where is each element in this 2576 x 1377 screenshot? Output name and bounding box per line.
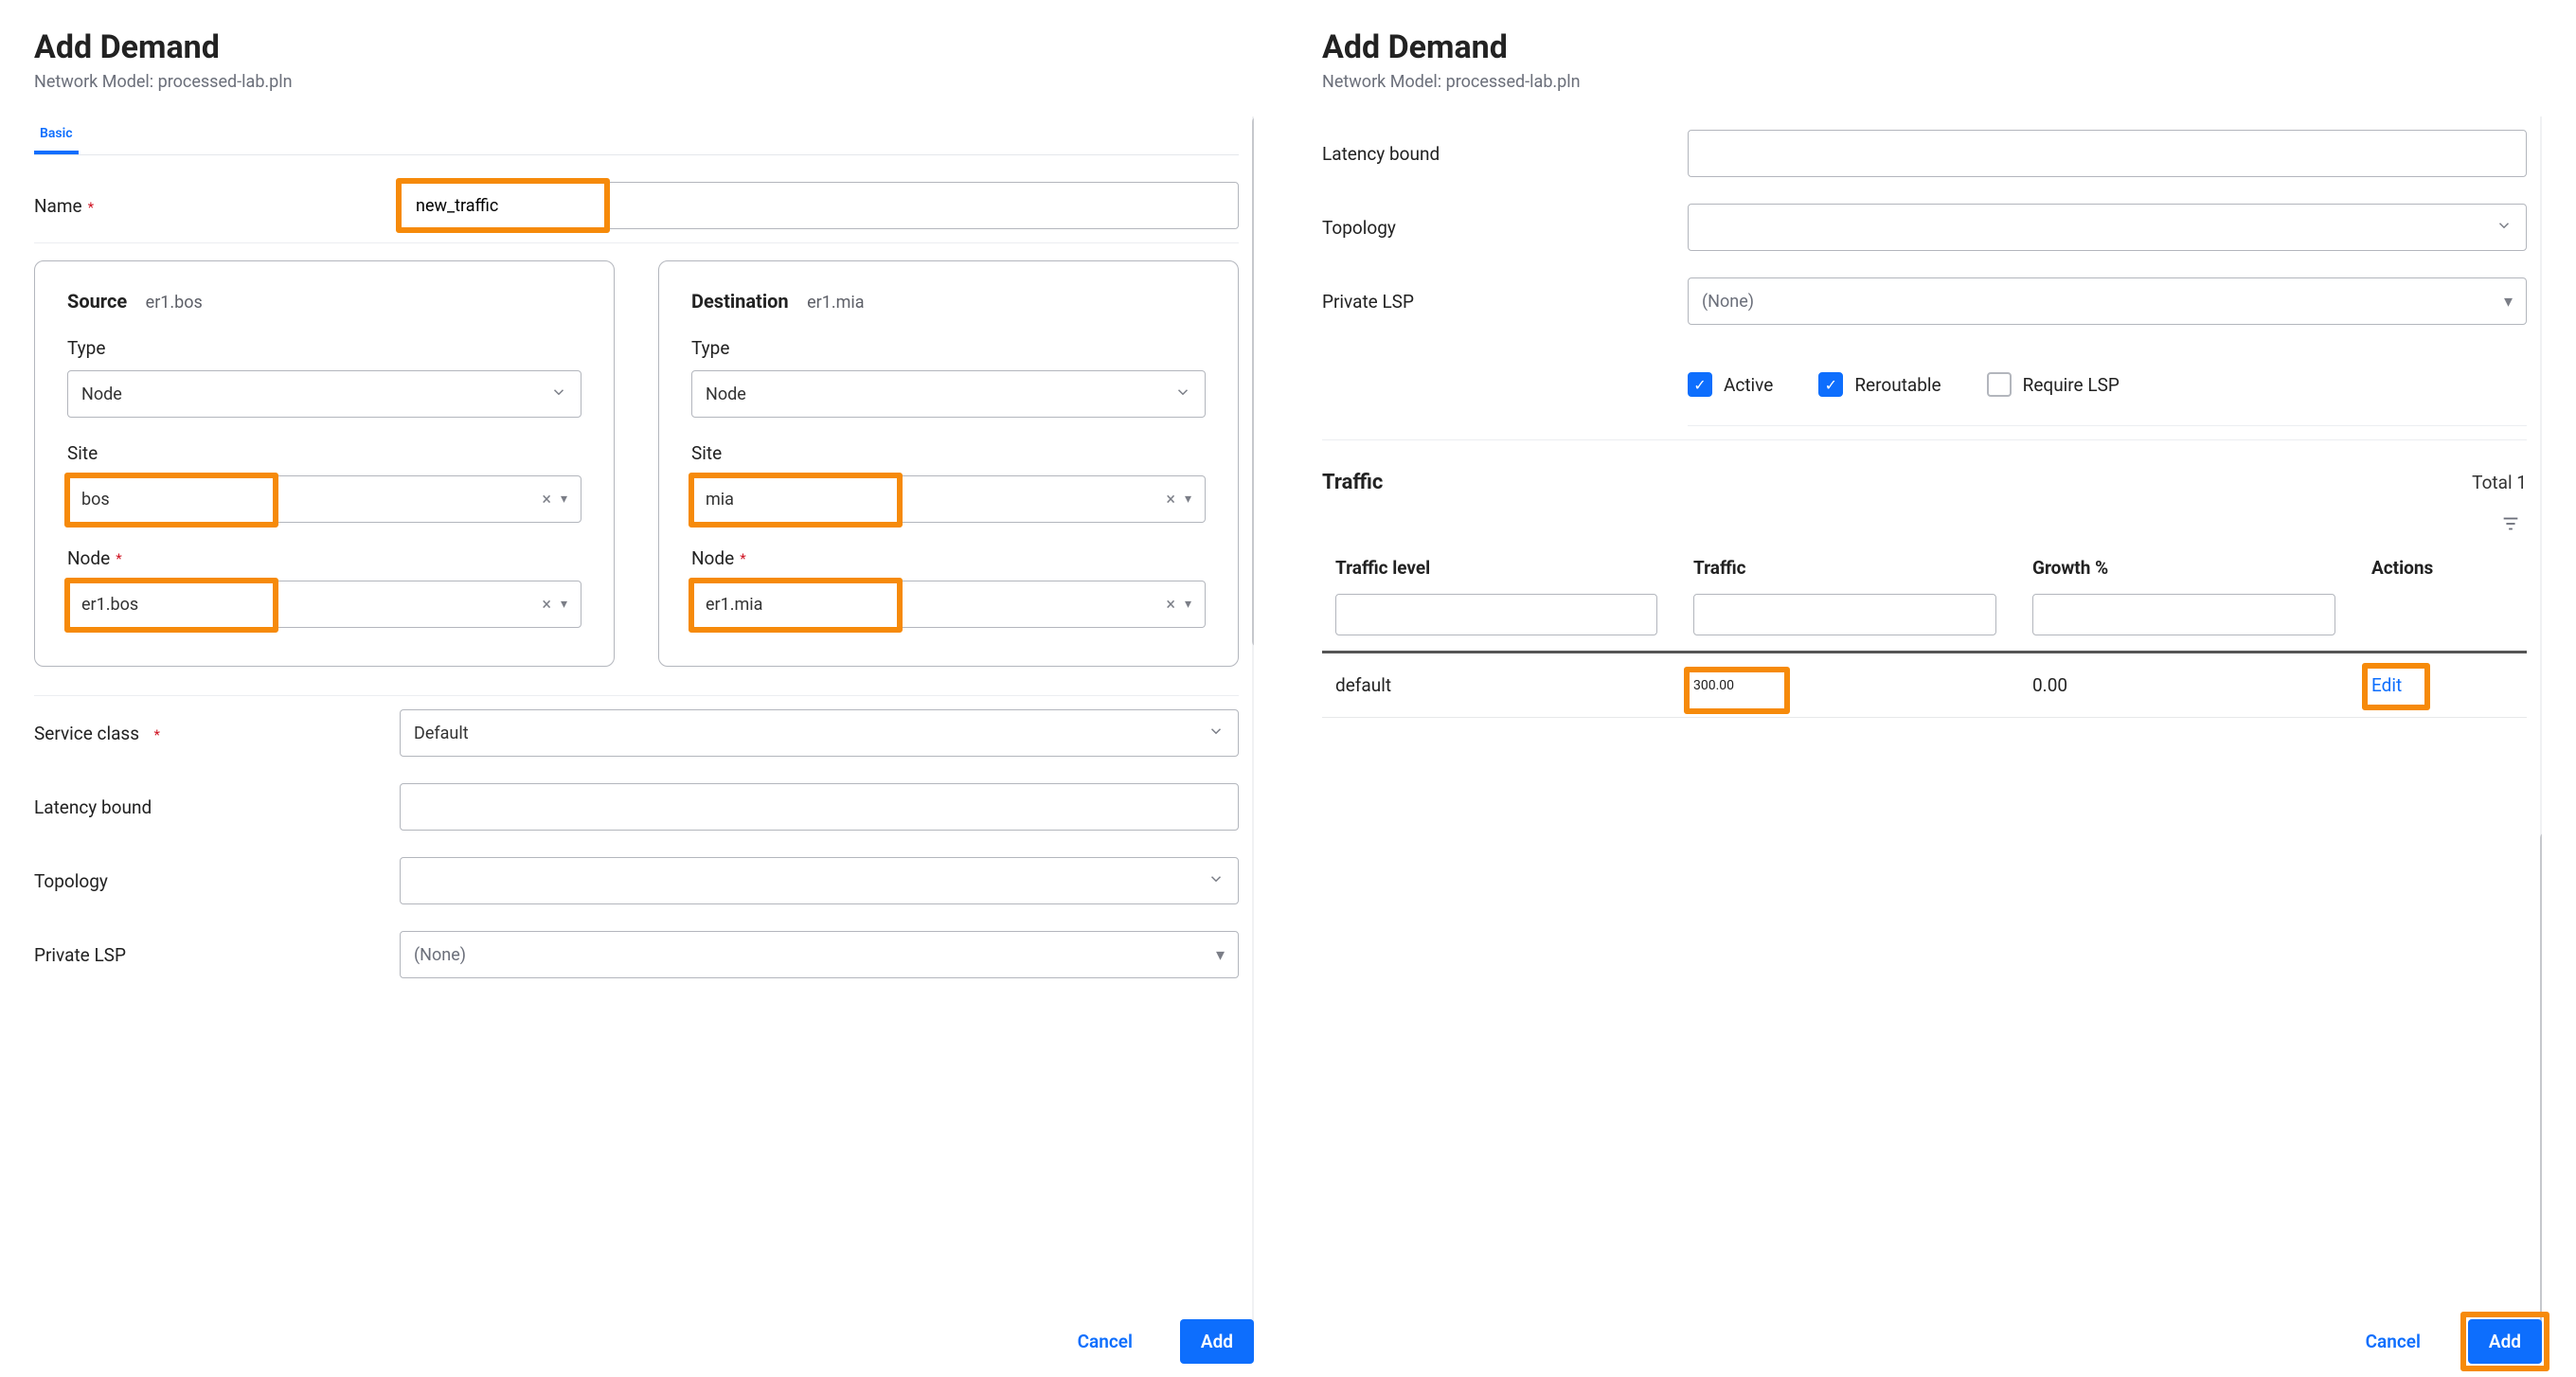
source-site-label: Site [67,442,581,464]
actions-cell: Edit [2371,674,2513,696]
edit-link[interactable]: Edit [2371,674,2402,696]
name-input[interactable] [400,182,1239,229]
page-title: Add Demand [1322,28,2542,66]
chevron-down-icon [2496,217,2513,239]
source-title: Source [67,290,127,313]
source-node-value: er1.bos [81,595,532,615]
source-box: Source er1.bos Type Node [34,260,615,667]
private-lsp-select[interactable]: (None) ▾ [400,931,1239,978]
destination-node-label: Node* [691,547,1206,569]
require-lsp-checkbox[interactable]: Require LSP [1987,372,2120,397]
source-site-combo[interactable]: bos × ▾ [67,475,581,523]
growth-cell: 0.00 [2032,674,2335,696]
add-button[interactable]: Add [1180,1319,1254,1364]
caret-down-icon: ▾ [1216,945,1225,965]
destination-type-select[interactable]: Node [691,370,1206,418]
destination-site-combo[interactable]: mia × ▾ [691,475,1206,523]
checkbox-icon: ✓ [1818,372,1843,397]
chevron-down-icon [1208,870,1225,892]
checkbox-icon: ✓ [1688,372,1712,397]
private-lsp-label: Private LSP [34,944,375,966]
tabs: Basic [34,116,1239,155]
cancel-button[interactable]: Cancel [1057,1319,1154,1364]
traffic-row: default 300.00 0.00 Edit [1322,653,2527,718]
vertical-scrollbar[interactable] [1252,116,1254,1363]
topology-select[interactable] [400,857,1239,904]
clear-icon[interactable]: × [1166,490,1175,510]
private-lsp-label: Private LSP [1322,291,1663,313]
filter-icon[interactable] [2500,513,2521,538]
topology-select[interactable] [1688,204,2527,251]
left-panel: Add Demand Network Model: processed-lab.… [0,0,1288,1377]
source-node-combo[interactable]: er1.bos × ▾ [67,581,581,628]
col-traffic: Traffic [1693,557,1996,579]
col-actions: Actions [2371,557,2513,579]
model-subtitle: Network Model: processed-lab.pln [1322,72,2542,92]
model-subtitle: Network Model: processed-lab.pln [34,72,1254,92]
page-title: Add Demand [34,28,1254,66]
destination-box: Destination er1.mia Type Node [658,260,1239,667]
destination-node-value: er1.mia [706,595,1156,615]
cancel-button[interactable]: Cancel [2345,1319,2442,1364]
source-type-select[interactable]: Node [67,370,581,418]
col-traffic-level: Traffic level [1335,557,1657,579]
name-input-text[interactable] [414,183,1225,228]
source-node-label: Node* [67,547,581,569]
destination-subtitle: er1.mia [807,293,864,313]
traffic-level-cell: default [1335,674,1657,696]
vertical-scrollbar[interactable] [2540,116,2542,1363]
filter-actions-spacer [2371,594,2513,635]
chevron-down-icon [1208,723,1225,744]
filter-traffic-level[interactable] [1335,594,1657,635]
scrollbar-thumb[interactable] [1252,116,1254,647]
latency-bound-text[interactable] [414,784,1225,830]
traffic-cell: 300.00 [1693,678,1996,693]
private-lsp-select[interactable]: (None) ▾ [1688,277,2527,325]
traffic-section-title: Traffic [1322,471,1383,494]
name-label: Name* [34,195,375,217]
source-type-label: Type [67,337,581,359]
filter-traffic[interactable] [1693,594,1996,635]
clear-icon[interactable]: × [542,490,551,510]
caret-down-icon: ▾ [2504,292,2513,312]
filter-growth[interactable] [2032,594,2335,635]
caret-down-icon[interactable]: ▾ [1185,597,1191,612]
active-checkbox[interactable]: ✓ Active [1688,372,1773,397]
service-class-select[interactable]: Default [400,709,1239,757]
traffic-total: Total 1 [2472,472,2527,493]
destination-site-value: mia [706,490,1156,510]
destination-site-label: Site [691,442,1206,464]
caret-down-icon[interactable]: ▾ [561,597,567,612]
add-button[interactable]: Add [2468,1319,2542,1364]
service-class-label: Service class * [34,723,375,744]
destination-node-combo[interactable]: er1.mia × ▾ [691,581,1206,628]
caret-down-icon[interactable]: ▾ [561,492,567,507]
topology-label: Topology [34,870,375,892]
footer-actions: Cancel Add [2345,1319,2542,1364]
scrollbar-thumb[interactable] [2540,832,2542,1363]
latency-bound-label: Latency bound [34,796,375,818]
clear-icon[interactable]: × [1166,595,1175,615]
chevron-down-icon [550,384,567,405]
latency-bound-text[interactable] [1702,131,2513,176]
reroutable-checkbox[interactable]: ✓ Reroutable [1818,372,1941,397]
latency-bound-input[interactable] [400,783,1239,831]
destination-type-label: Type [691,337,1206,359]
clear-icon[interactable]: × [542,595,551,615]
source-site-value: bos [81,490,532,510]
topology-label: Topology [1322,217,1663,239]
latency-bound-input[interactable] [1688,130,2527,177]
chevron-down-icon [1174,384,1191,405]
right-panel: Add Demand Network Model: processed-lab.… [1288,0,2576,1377]
source-subtitle: er1.bos [146,293,203,313]
latency-bound-label: Latency bound [1322,143,1663,165]
footer-actions: Cancel Add [1057,1319,1254,1364]
checkbox-icon [1987,372,2012,397]
tab-basic[interactable]: Basic [34,116,79,154]
caret-down-icon[interactable]: ▾ [1185,492,1191,507]
destination-title: Destination [691,290,789,313]
col-growth: Growth % [2032,557,2335,579]
